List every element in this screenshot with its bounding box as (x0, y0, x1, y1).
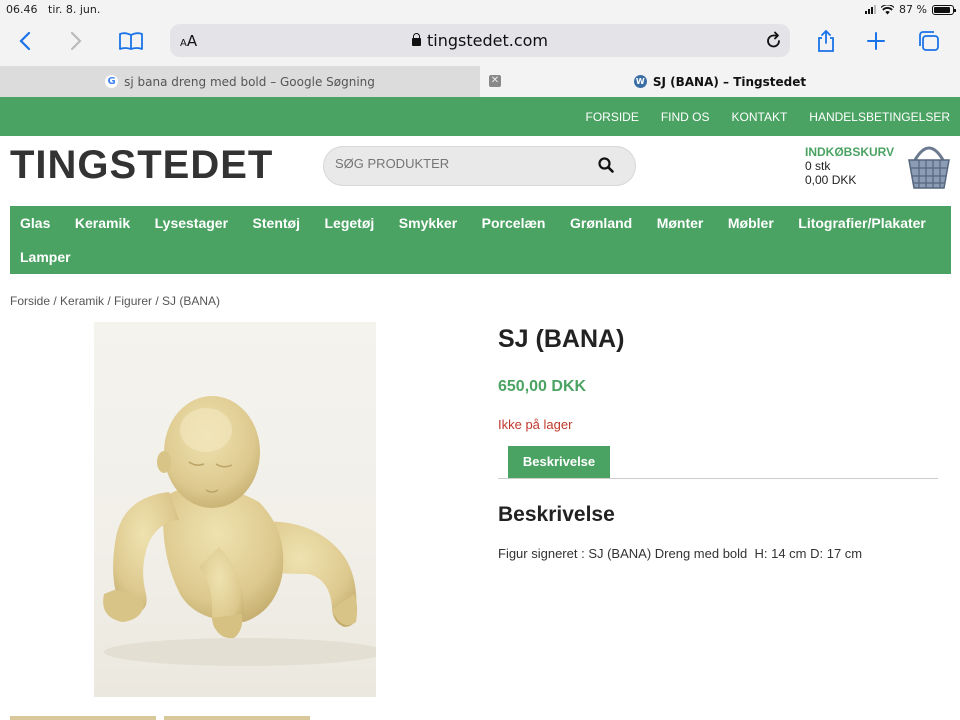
chevron-right-icon[interactable] (61, 28, 91, 54)
cellular-signal-icon (865, 5, 877, 14)
cart-summary[interactable]: INDKØBSKURV 0 stk 0,00 DKK (805, 145, 894, 187)
top-navigation: FORSIDE FIND OS KONTAKT HANDELSBETINGELS… (0, 97, 960, 136)
tab-google-search[interactable]: G sj bana dreng med bold – Google Søgnin… (0, 66, 480, 97)
category-mobler[interactable]: Møbler (728, 206, 774, 240)
address-bar[interactable]: AA tingstedet.com (170, 24, 790, 57)
category-stentoj[interactable]: Stentøj (253, 206, 300, 240)
plus-icon[interactable] (861, 28, 891, 54)
search-icon[interactable] (598, 157, 614, 177)
category-gronland[interactable]: Grønland (570, 206, 632, 240)
product-search (323, 146, 636, 186)
tab-description[interactable]: Beskrivelse (508, 446, 610, 478)
search-input[interactable] (335, 156, 585, 171)
nav-link-kontakt[interactable]: KONTAKT (732, 110, 788, 124)
status-date: tir. 8. jun. (48, 3, 101, 16)
category-lamper[interactable]: Lamper (20, 240, 71, 274)
category-legetoj[interactable]: Legetøj (325, 206, 375, 240)
description-heading: Beskrivelse (498, 503, 615, 526)
battery-percent: 87 % (899, 3, 927, 16)
nav-link-forside[interactable]: FORSIDE (585, 110, 638, 124)
cart-total: 0,00 DKK (805, 173, 857, 187)
thumbnail[interactable] (164, 716, 310, 720)
wordpress-icon: W (633, 75, 647, 88)
thumbnail-strip[interactable] (10, 716, 310, 720)
reload-icon[interactable] (766, 31, 782, 53)
chevron-left-icon[interactable] (10, 28, 40, 54)
browser-toolbar: AA tingstedet.com (0, 20, 960, 66)
category-litografier-plakater[interactable]: Litografier/Plakater (798, 206, 926, 240)
url-text: tingstedet.com (427, 31, 548, 50)
cart-count: 0 stk (805, 159, 831, 173)
tabs-icon[interactable] (914, 28, 944, 54)
category-keramik[interactable]: Keramik (75, 206, 130, 240)
category-porcelaen[interactable]: Porcelæn (482, 206, 546, 240)
product-image[interactable] (94, 322, 376, 697)
status-time: 06.46 tir. 8. jun. (6, 3, 101, 16)
product-price: 650,00 DKK (498, 378, 587, 395)
wifi-icon (881, 4, 895, 14)
nav-link-handelsbetingelser[interactable]: HANDELSBETINGELSER (809, 110, 950, 124)
tab-divider (498, 478, 938, 479)
product-title: SJ (BANA) (498, 325, 625, 353)
description-text: Figur signeret : SJ (BANA) Dreng med bol… (498, 546, 863, 561)
category-navigation: Glas Keramik Lysestager Stentøj Legetøj … (10, 206, 951, 274)
lock-icon (412, 33, 421, 46)
category-monter[interactable]: Mønter (657, 206, 704, 240)
tab-title: SJ (BANA) – Tingstedet (652, 74, 807, 89)
book-icon[interactable] (116, 28, 146, 54)
stock-status: Ikke på lager (498, 417, 573, 432)
category-lysestager[interactable]: Lysestager (155, 206, 228, 240)
breadcrumb[interactable]: Forside / Keramik / Figurer / SJ (BANA) (10, 294, 220, 308)
nav-link-find-os[interactable]: FIND OS (661, 110, 710, 124)
tab-title: sj bana dreng med bold – Google Søgning (124, 74, 375, 89)
battery-icon (932, 4, 956, 15)
thumbnail[interactable] (10, 716, 156, 720)
category-glas[interactable]: Glas (20, 206, 50, 240)
share-icon[interactable] (811, 28, 841, 54)
tab-tingstedet[interactable]: ✕ W SJ (BANA) – Tingstedet (480, 66, 960, 97)
cart-title: INDKØBSKURV (805, 145, 895, 159)
browser-tab-bar: G sj bana dreng med bold – Google Søgnin… (0, 66, 960, 97)
status-bar: 06.46 tir. 8. jun. 87 % (0, 0, 960, 20)
category-smykker[interactable]: Smykker (399, 206, 457, 240)
google-icon: G (105, 75, 119, 88)
site-logo[interactable]: TINGSTEDET (10, 143, 273, 188)
basket-icon[interactable] (905, 140, 953, 196)
close-icon[interactable]: ✕ (489, 75, 501, 87)
